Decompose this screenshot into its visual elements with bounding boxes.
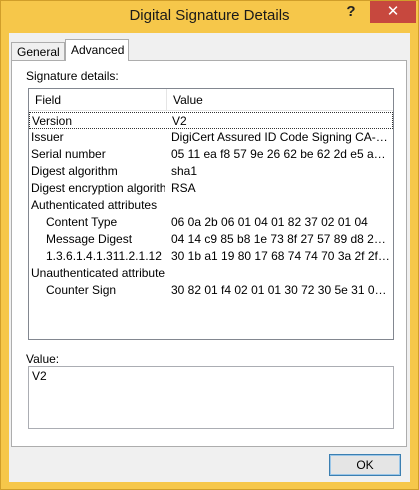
table-row[interactable]: Content Type 06 0a 2b 06 01 04 01 82 37 0… xyxy=(29,214,393,231)
table-row[interactable]: 1.3.6.1.4.1.311.2.1.12 30 1b a1 19 80 17 … xyxy=(29,248,393,265)
tab-general[interactable]: General xyxy=(11,42,65,60)
row-field: Content Type xyxy=(46,215,118,229)
table-row[interactable]: Message Digest 04 14 c9 85 b8 1e 73 8f 27… xyxy=(29,231,393,248)
title-bar[interactable]: Digital Signature Details ? ✕ xyxy=(1,1,418,33)
table-row[interactable]: Issuer DigiCert Assured ID Code Signing C… xyxy=(29,129,393,146)
table-row[interactable]: Serial number 05 11 ea f8 57 9e 26 62 be … xyxy=(29,146,393,163)
row-field: Digest encryption algorithm xyxy=(31,181,165,195)
row-value: 30 82 01 f4 02 01 01 30 72 30 5e 31 0b .… xyxy=(171,283,391,297)
dialog-window: Digital Signature Details ? ✕ General Ad… xyxy=(0,0,419,490)
dialog-client-area: General Advanced Signature details: Fiel… xyxy=(9,33,410,482)
table-row[interactable]: Counter Sign 30 82 01 f4 02 01 01 30 72 3… xyxy=(29,282,393,299)
row-value: 06 0a 2b 06 01 04 01 82 37 02 01 04 xyxy=(171,215,368,229)
close-button[interactable]: ✕ xyxy=(370,1,416,23)
value-text: V2 xyxy=(32,369,47,383)
table-row[interactable]: Digest encryption algorithm RSA xyxy=(29,180,393,197)
row-value: sha1 xyxy=(171,164,198,178)
signature-details-list[interactable]: Field Value Version V2 Issuer DigiCert Assu… xyxy=(28,88,394,340)
help-button[interactable]: ? xyxy=(333,1,369,23)
row-field: Digest algorithm xyxy=(31,164,118,178)
value-label: Value: xyxy=(26,352,60,366)
table-row[interactable]: Digest algorithm sha1 xyxy=(29,163,393,180)
row-value: 30 1b a1 19 80 17 68 74 74 70 3a 2f 2f .… xyxy=(171,249,391,263)
row-field: Version xyxy=(32,114,73,128)
column-header-value[interactable]: Value xyxy=(167,89,393,111)
row-value: V2 xyxy=(172,114,187,128)
ok-button[interactable]: OK xyxy=(329,454,401,476)
row-field: Authenticated attributes xyxy=(31,198,158,212)
value-textbox[interactable]: V2 xyxy=(28,366,394,429)
row-value: 04 14 c9 85 b8 1e 73 8f 27 57 89 d8 2c .… xyxy=(171,232,391,246)
row-value: 05 11 ea f8 57 9e 26 62 be 62 2d e5 ae .… xyxy=(171,147,391,161)
close-icon: ✕ xyxy=(386,3,400,20)
row-field: Counter Sign xyxy=(46,283,117,297)
list-header: Field Value xyxy=(29,89,393,111)
tab-advanced[interactable]: Advanced xyxy=(65,39,129,61)
row-field: Serial number xyxy=(31,147,106,161)
row-field: 1.3.6.1.4.1.311.2.1.12 xyxy=(46,249,162,263)
signature-details-label: Signature details: xyxy=(26,69,119,83)
row-value: RSA xyxy=(171,181,196,195)
row-field: Message Digest xyxy=(46,232,133,246)
column-header-field[interactable]: Field xyxy=(29,89,167,111)
row-value: DigiCert Assured ID Code Signing CA-1, .… xyxy=(171,130,391,144)
table-row[interactable]: Authenticated attributes xyxy=(29,197,393,214)
row-field: Unauthenticated attributes xyxy=(31,266,165,280)
advanced-tab-panel: Signature details: Field Value Version V2… xyxy=(11,60,407,447)
row-field: Issuer xyxy=(31,130,64,144)
table-row[interactable]: Unauthenticated attributes xyxy=(29,265,393,282)
table-row[interactable]: Version V2 xyxy=(29,112,393,129)
